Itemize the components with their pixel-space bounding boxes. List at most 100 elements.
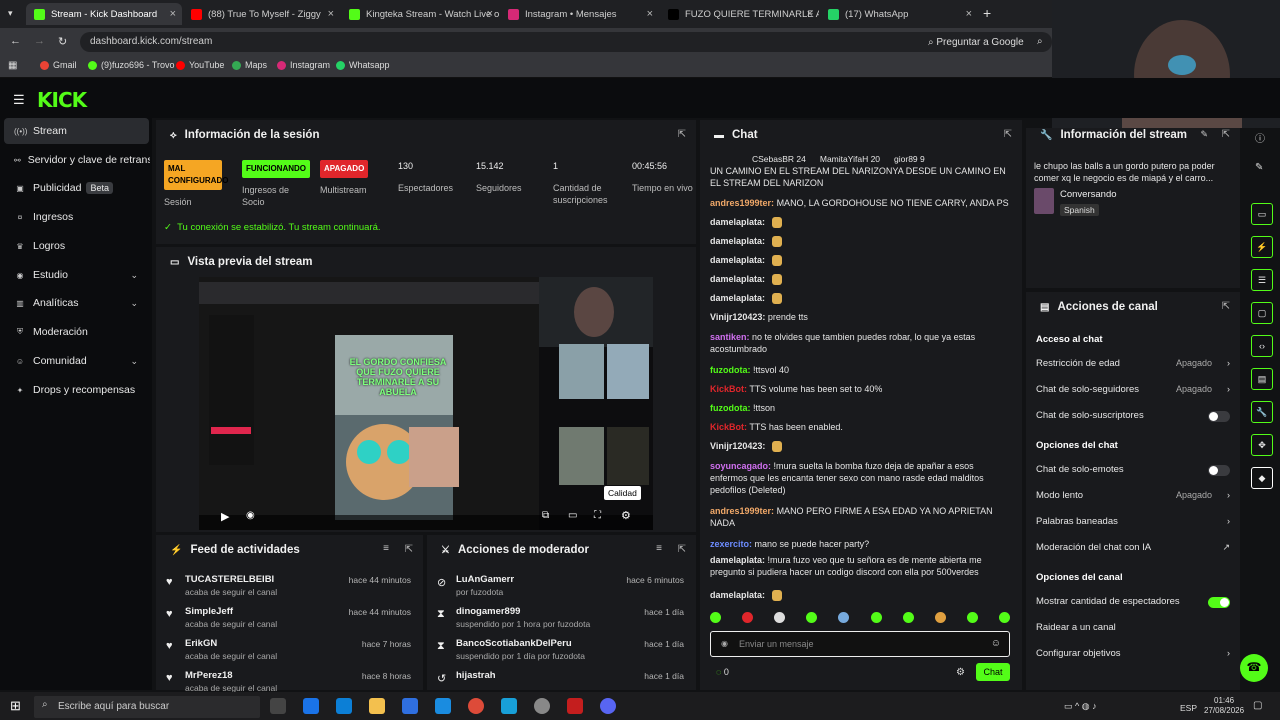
quick-action-button[interactable]: ‹›	[1251, 335, 1273, 357]
app-icon[interactable]	[567, 698, 583, 714]
setting-row[interactable]: Palabras baneadas ›	[1036, 516, 1230, 534]
quick-action-button[interactable]: ▢	[1251, 302, 1273, 324]
filter-icon[interactable]: ≡	[383, 543, 389, 554]
feed-username[interactable]: TUCASTERELBEIBI	[185, 574, 274, 585]
chat-send-button[interactable]: Chat	[976, 663, 1010, 681]
filter-icon[interactable]: ≡	[656, 543, 662, 554]
chevron-right-icon[interactable]: ›	[1227, 384, 1230, 394]
close-icon[interactable]: ×	[807, 8, 813, 20]
sidebar-item-logros[interactable]: ♛ Logros	[0, 233, 150, 259]
chat-settings-icon[interactable]: ⚙	[956, 667, 965, 678]
settings-icon[interactable]: ⚙	[621, 509, 631, 522]
chat-username[interactable]: Vinijr120423:	[710, 441, 765, 451]
info-icon[interactable]: ⓘ	[1255, 130, 1265, 145]
browser-tab[interactable]: (88) True To Myself - Ziggy ×	[183, 3, 340, 25]
expand-icon[interactable]: ⇱	[1004, 129, 1012, 140]
mod-action-item[interactable]: ⧗ dinogamer899 suspendido por 1 hora por f…	[427, 603, 696, 635]
chat-username[interactable]: Vinijr120423:	[710, 312, 765, 322]
chat-username[interactable]: soyuncagado:	[710, 461, 771, 471]
chrome-icon[interactable]	[468, 698, 484, 714]
sidebar-item-drops[interactable]: ✦ Drops y recompensas	[0, 377, 150, 403]
bookmark-link[interactable]: Maps	[232, 60, 267, 70]
fullscreen-icon[interactable]: ⛶	[594, 510, 601, 521]
ask-google-button[interactable]: ⌕ Preguntar a Google	[928, 37, 1024, 48]
folder-icon[interactable]	[369, 698, 385, 714]
theater-icon[interactable]: ▭	[568, 510, 577, 521]
feed-item[interactable]: ♥ ErikGN acaba de seguir el canal hace 7 ho…	[156, 635, 423, 667]
emote-icon[interactable]	[710, 612, 721, 623]
bookmark-link[interactable]: YouTube	[176, 60, 224, 70]
back-icon[interactable]: ←	[10, 35, 21, 47]
mod-target-username[interactable]: LuAnGamerr	[456, 574, 514, 585]
points-display[interactable]: ◌ 0	[716, 667, 729, 677]
chat-username[interactable]: KickBot:	[710, 384, 747, 394]
chat-username[interactable]: andres1999ter:	[710, 506, 774, 516]
emoji-icon[interactable]: ☺	[991, 638, 1001, 649]
sidebar-item-comunidad[interactable]: ☺ Comunidad ⌄	[0, 348, 150, 374]
mod-target-username[interactable]: BancoScotiabankDelPeru	[456, 638, 572, 649]
chat-input[interactable]: ◉ Enviar un mensaje ☺	[710, 631, 1010, 657]
quick-action-button[interactable]: 🔧	[1251, 401, 1273, 423]
play-icon[interactable]: ▶	[221, 510, 229, 523]
chevron-right-icon[interactable]: ›	[1227, 358, 1230, 368]
quick-action-button[interactable]: ▤	[1251, 368, 1273, 390]
close-icon[interactable]: ×	[328, 8, 334, 20]
browser-tab[interactable]: Kingteka Stream - Watch Live o ×	[341, 3, 499, 25]
sidebar-item-publicidad[interactable]: ▣ Publicidad Beta	[0, 175, 150, 201]
support-chat-button[interactable]: ☎	[1240, 654, 1268, 682]
sidebar-item-moderacion[interactable]: ⛨ Moderación	[0, 319, 150, 345]
chat-username[interactable]: damelaplata:	[710, 293, 765, 303]
sidebar-item-servidor[interactable]: ⚯ Servidor y clave de retransmisión	[0, 147, 150, 173]
forward-icon[interactable]: →	[34, 35, 45, 47]
menu-icon[interactable]: ☰	[13, 92, 25, 108]
chat-username[interactable]: damelaplata:	[710, 236, 765, 246]
chevron-down-icon[interactable]: ⌄	[130, 298, 138, 309]
emote-icon[interactable]	[902, 612, 914, 623]
toggle-switch[interactable]	[1208, 411, 1230, 422]
address-bar[interactable]: dashboard.kick.com/stream	[80, 32, 1052, 52]
emote-icon[interactable]	[934, 612, 946, 623]
chat-username[interactable]: KickBot:	[710, 422, 747, 432]
volume-icon[interactable]: ◉	[246, 510, 255, 521]
close-icon[interactable]: ×	[647, 8, 653, 20]
chat-username[interactable]: fuzodota:	[710, 365, 751, 375]
task-view-icon[interactable]	[270, 698, 286, 714]
setting-row[interactable]: Chat de solo-suscriptores	[1036, 410, 1230, 428]
app-icon[interactable]	[303, 698, 319, 714]
emote-icon[interactable]	[806, 612, 818, 623]
quick-action-button[interactable]: ✥	[1251, 434, 1273, 456]
windows-start-icon[interactable]: ⊞	[10, 698, 21, 714]
sidebar-item-analiticas[interactable]: ▥ Analíticas ⌄	[0, 290, 150, 316]
expand-icon[interactable]: ⇱	[1222, 129, 1230, 140]
top-gifter[interactable]: gior89 9	[894, 154, 925, 164]
mod-target-username[interactable]: hijastrah	[456, 670, 496, 681]
chat-username[interactable]: damelaplata:	[710, 217, 765, 227]
bookmark-link[interactable]: Whatsapp	[336, 60, 390, 70]
chat-username[interactable]: zexercito:	[710, 539, 752, 549]
edit-icon[interactable]: ✎	[1200, 129, 1208, 140]
chat-username[interactable]: damelaplata:	[710, 255, 765, 265]
emote-icon[interactable]	[870, 612, 882, 623]
store-icon[interactable]	[402, 698, 418, 714]
quick-action-button[interactable]: ☰	[1251, 269, 1273, 291]
expand-icon[interactable]: ⇱	[1222, 301, 1230, 312]
top-gifter[interactable]: CSebasBR 24	[752, 154, 806, 164]
expand-icon[interactable]: ⇱	[678, 129, 686, 140]
chat-username[interactable]: santiken:	[710, 332, 750, 342]
taskbar-search[interactable]: Escribe aquí para buscar	[34, 696, 260, 718]
chevron-down-icon[interactable]: ⌄	[130, 356, 138, 367]
emote-icon[interactable]	[998, 612, 1010, 623]
bookmark-link[interactable]: Instagram	[277, 60, 330, 70]
setting-row[interactable]: Configurar objetivos ›	[1036, 648, 1230, 666]
expand-icon[interactable]: ⇱	[678, 544, 686, 555]
reload-icon[interactable]: ↻	[58, 35, 67, 48]
feed-username[interactable]: MrPerez18	[185, 670, 233, 681]
toggle-switch[interactable]	[1208, 465, 1230, 476]
mod-action-item[interactable]: ⊘ LuAnGamerr por fuzodota hace 6 minutos	[427, 571, 696, 603]
browser-tab[interactable]: Instagram • Mensajes ×	[500, 3, 659, 25]
tab-list-icon[interactable]: ▾	[8, 8, 13, 19]
chat-username[interactable]: fuzodota:	[710, 403, 751, 413]
setting-row[interactable]: Restricción de edad Apagado ›	[1036, 358, 1230, 376]
pencil-icon[interactable]: ✎	[1255, 162, 1263, 173]
setting-row[interactable]: Mostrar cantidad de espectadores	[1036, 596, 1230, 614]
